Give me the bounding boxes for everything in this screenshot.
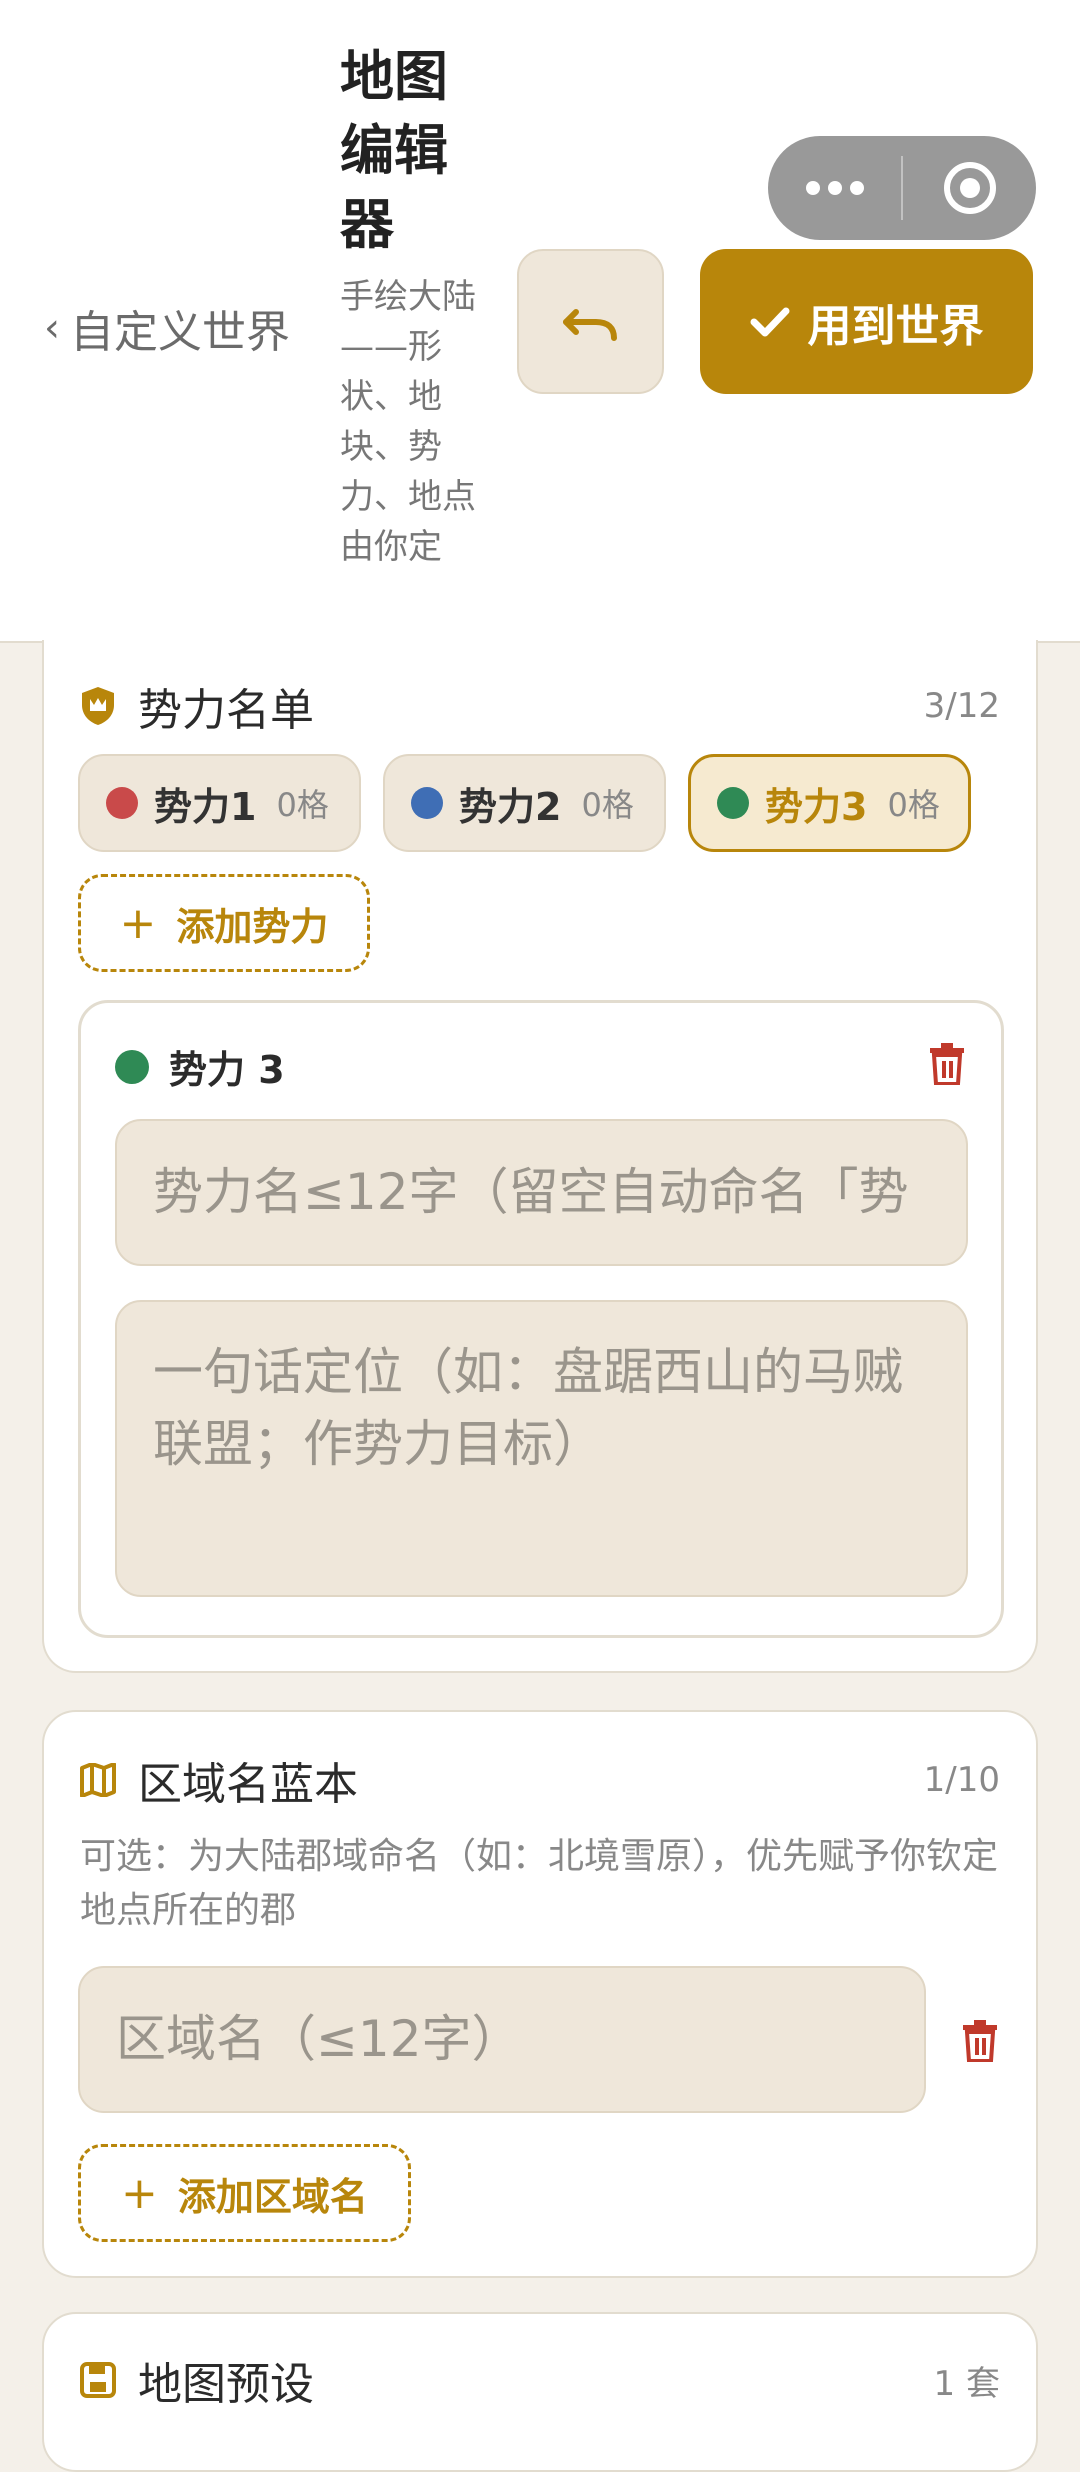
regions-card: 区域名蓝本 1/10 可选：为大陆郡域命名（如：北境雪原），优先赋予你钦定地点所… [42,1710,1038,2278]
page-subtitle: 手绘大陆——形状、地块、势力、地点由你定 [340,277,476,567]
add-faction-button[interactable]: + 添加势力 [78,874,370,972]
presets-card-header: 地图预设 1 套 [80,2348,1000,2412]
check-icon [750,307,789,336]
page-title: 地图编辑器 [340,45,448,256]
plus-icon: + [119,897,157,949]
faction-chip-cells: 0格 [581,786,634,824]
faction-color-dot [717,787,749,819]
shield-crown-icon [82,687,114,725]
more-dots-icon [805,181,864,195]
apply-label: 用到世界 [807,300,984,352]
undo-button[interactable] [517,249,664,394]
add-faction-label: 添加势力 [176,904,329,949]
factions-card: 势力名单 3/12 势力1 0格 势力2 0格 势力3 0格 + 添加势力 势力… [42,640,1038,1673]
faction-editor-header: 势力 3 [115,1039,285,1094]
faction-chip-name: 势力3 [765,784,868,829]
presets-card: 地图预设 1 套 [42,2312,1038,2472]
faction-chip-cells: 0格 [276,786,329,824]
factions-count: 3/12 [923,686,1000,726]
factions-title: 势力名单 [138,685,314,736]
back-button[interactable]: ‹ 自定义世界 [44,296,290,360]
faction-name-input[interactable]: 势力名≤12字（留空自动命名「势 [115,1119,968,1266]
faction-chip-cells: 0格 [887,786,940,824]
factions-card-header: 势力名单 3/12 [80,674,1000,738]
faction-description-textarea[interactable]: 一句话定位（如：盘踞西山的马贼联盟；作势力目标） [115,1300,968,1597]
map-icon [80,1763,116,1797]
plus-icon: + [121,2167,158,2219]
mini-program-capsule [768,136,1036,240]
add-region-button[interactable]: + 添加区域名 [78,2144,411,2242]
trash-icon[interactable] [929,1043,965,1085]
undo-icon [562,308,617,341]
regions-hint: 可选：为大陆郡域命名（如：北境雪原），优先赋予你钦定地点所在的郡 [80,1836,999,1931]
back-label: 自定义世界 [70,307,290,358]
close-mini-program-button[interactable] [903,136,1036,240]
add-region-label: 添加区域名 [177,2174,368,2219]
faction-color-dot [106,787,138,819]
regions-title: 区域名蓝本 [138,1759,358,1810]
faction-chip-1[interactable]: 势力1 0格 [78,754,361,852]
trash-icon[interactable] [962,2020,998,2062]
region-name-placeholder: 区域名（≤12字） [116,2010,522,2068]
faction-chip-3[interactable]: 势力3 0格 [688,754,971,852]
faction-editor-name: 势力 3 [169,1048,285,1092]
regions-card-header: 区域名蓝本 1/10 [80,1748,1000,1812]
presets-title: 地图预设 [138,2359,314,2410]
header: ‹ 自定义世界 地图编辑器 手绘大陆——形状、地块、势力、地点由你定 用到世界 [0,0,1080,643]
faction-editor: 势力 3 势力名≤12字（留空自动命名「势 一句话定位（如：盘踞西山的马贼联盟；… [78,1000,1004,1638]
faction-chip-2[interactable]: 势力2 0格 [383,754,666,852]
region-name-input[interactable]: 区域名（≤12字） [78,1966,926,2113]
save-icon [80,2362,116,2398]
more-button[interactable] [768,136,901,240]
faction-color-dot [411,787,443,819]
faction-color-dot [115,1049,149,1084]
presets-count: 1 套 [933,2363,1000,2404]
regions-count: 1/10 [923,1760,1000,1800]
apply-to-world-button[interactable]: 用到世界 [700,249,1033,394]
faction-description-placeholder: 一句话定位（如：盘踞西山的马贼联盟；作势力目标） [153,1343,903,1473]
target-icon [943,162,996,214]
faction-chip-name: 势力1 [154,784,257,829]
title-block: 地图编辑器 手绘大陆——形状、地块、势力、地点由你定 [340,40,480,572]
chevron-left-icon: ‹ [44,305,60,351]
faction-chip-name: 势力2 [459,784,562,829]
faction-name-placeholder: 势力名≤12字（留空自动命名「势 [153,1163,909,1221]
